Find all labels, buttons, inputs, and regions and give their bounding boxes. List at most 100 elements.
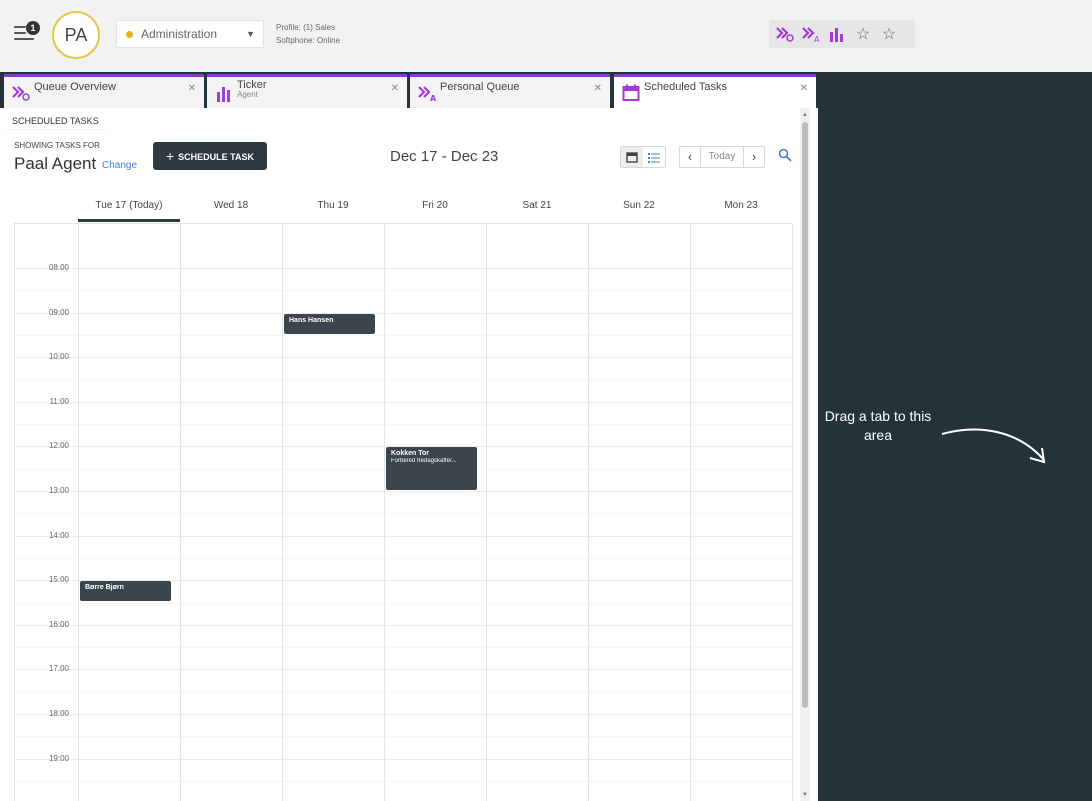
hour-label: 10:00 xyxy=(48,352,69,361)
personal-queue-icon[interactable]: A xyxy=(800,24,822,44)
drop-hint: Drag a tab to this area xyxy=(824,408,932,443)
menu-button[interactable]: 1 xyxy=(14,21,44,46)
hour-gridline xyxy=(15,714,793,715)
hour-label: 12:00 xyxy=(48,441,69,450)
date-range: Dec 17 - Dec 23 xyxy=(390,148,499,165)
half-hour-gridline xyxy=(15,558,793,559)
agent-name: Paal Agent xyxy=(14,154,97,173)
close-icon[interactable]: ✕ xyxy=(391,83,399,94)
calendar-icon xyxy=(626,151,638,163)
avatar[interactable]: PA xyxy=(52,11,100,59)
profile-line: Profile: (1) Sales xyxy=(276,23,336,32)
task-event[interactable]: Kokken Tor Forbered fredagskaffe/... xyxy=(386,447,477,490)
view-toggle xyxy=(620,146,666,168)
section-title: SCHEDULED TASKS xyxy=(6,112,105,130)
bar-chart-icon xyxy=(213,83,235,103)
scroll-up-icon[interactable]: ▲ xyxy=(800,110,810,120)
task-event[interactable]: Hans Hansen xyxy=(284,314,375,334)
tab-queue-overview[interactable]: Queue Overview ✕ xyxy=(4,74,204,108)
today-button[interactable]: Today xyxy=(700,147,744,167)
scroll-down-icon[interactable]: ▼ xyxy=(800,790,810,800)
tab-ticker[interactable]: Ticker Agent ✕ xyxy=(207,74,407,108)
half-hour-gridline xyxy=(15,380,793,381)
curved-arrow-icon xyxy=(941,428,1046,464)
half-hour-gridline xyxy=(15,603,793,604)
half-hour-gridline xyxy=(15,692,793,693)
status-dropdown[interactable]: Administration ▼ xyxy=(116,20,264,48)
menu-icon xyxy=(14,26,26,28)
task-title: Hans Hansen xyxy=(289,317,334,324)
tab-title: Queue Overview xyxy=(34,81,116,93)
next-week-button[interactable]: › xyxy=(744,147,764,167)
task-title: Kokken Tor xyxy=(391,450,429,457)
svg-text:A: A xyxy=(430,94,437,102)
day-header[interactable]: Sat 21 xyxy=(486,200,588,222)
close-icon[interactable]: ✕ xyxy=(188,83,196,94)
search-icon xyxy=(778,148,792,162)
half-hour-gridline xyxy=(15,781,793,782)
half-hour-gridline xyxy=(15,647,793,648)
tab-drop-area[interactable]: Drag a tab to this area xyxy=(818,72,1092,801)
search-button[interactable] xyxy=(778,148,794,164)
day-header[interactable]: Wed 18 xyxy=(180,200,282,222)
list-icon xyxy=(648,152,660,163)
half-hour-gridline xyxy=(15,335,793,336)
day-header[interactable]: Thu 19 xyxy=(282,200,384,222)
tab-personal-queue[interactable]: A Personal Queue ✕ xyxy=(410,74,610,108)
queue-overview-icon xyxy=(10,83,32,103)
hour-gridline xyxy=(15,268,793,269)
close-icon[interactable]: ✕ xyxy=(800,83,808,94)
queue-overview-icon[interactable] xyxy=(774,24,796,44)
hour-gridline xyxy=(15,313,793,314)
hour-label: 08:00 xyxy=(48,263,69,272)
bar-chart-icon[interactable] xyxy=(826,24,848,44)
dropdown-arrow-icon: ▼ xyxy=(246,29,255,39)
status-label: Administration xyxy=(141,27,218,41)
previous-week-button[interactable]: ‹ xyxy=(680,147,700,167)
tab-bar: Queue Overview ✕ Ticker Agent ✕ A Person… xyxy=(0,72,818,108)
calendar-view-button[interactable] xyxy=(621,147,643,167)
day-header[interactable]: Mon 23 xyxy=(690,200,792,222)
showing-tasks-label: SHOWING TASKS FOR xyxy=(14,141,100,150)
hour-gridline xyxy=(15,669,793,670)
plus-icon: + xyxy=(165,148,175,164)
quick-launch-bar: A ☆ ☆ xyxy=(769,20,915,48)
hour-label: 19:00 xyxy=(48,754,69,763)
scroll-thumb[interactable] xyxy=(802,122,808,708)
tab-scheduled-tasks[interactable]: Scheduled Tasks ✕ xyxy=(614,74,816,108)
hour-label: 17:00 xyxy=(48,664,69,673)
calendar-grid[interactable]: 08:00 09:00 10:00 11:00 12:00 13:00 14:00 15:00… xyxy=(14,223,793,801)
hour-label: 18:00 xyxy=(48,709,69,718)
star-icon[interactable]: ☆ xyxy=(852,24,874,44)
calendar-icon xyxy=(620,83,642,103)
star-icon[interactable]: ☆ xyxy=(878,24,900,44)
tab-subtitle: Agent xyxy=(237,90,258,99)
hour-gridline xyxy=(15,357,793,358)
day-header[interactable]: Fri 20 xyxy=(384,200,486,222)
task-event[interactable]: Børre Bjørn xyxy=(80,581,171,601)
day-header[interactable]: Sun 22 xyxy=(588,200,690,222)
week-navigation: ‹ Today › xyxy=(679,146,765,168)
personal-queue-icon: A xyxy=(416,83,438,103)
change-agent-link[interactable]: Change xyxy=(102,160,137,171)
list-view-button[interactable] xyxy=(643,147,665,167)
hour-gridline xyxy=(15,625,793,626)
half-hour-gridline xyxy=(15,736,793,737)
task-title: Børre Bjørn xyxy=(85,584,124,591)
vertical-scrollbar[interactable]: ▲ ▼ xyxy=(800,108,810,801)
chevron-left-icon: ‹ xyxy=(687,149,693,164)
close-icon[interactable]: ✕ xyxy=(594,83,602,94)
day-header[interactable]: Tue 17 (Today) xyxy=(78,200,180,222)
top-bar: 1 PA Administration ▼ Profile: (1) Sales… xyxy=(0,0,1092,72)
hour-label: 16:00 xyxy=(48,620,69,629)
hour-label: 14:00 xyxy=(48,531,69,540)
half-hour-gridline xyxy=(15,424,793,425)
half-hour-gridline xyxy=(15,513,793,514)
hour-label: 13:00 xyxy=(48,486,69,495)
task-description: Forbered fredagskaffe/... xyxy=(391,458,457,464)
hour-label: 15:00 xyxy=(48,575,69,584)
profile-info: Profile: (1) Sales Softphone: Online xyxy=(276,21,340,47)
schedule-task-button[interactable]: + SCHEDULE TASK xyxy=(153,142,267,170)
svg-text:A: A xyxy=(814,35,820,43)
scheduled-tasks-panel: SCHEDULED TASKS SHOWING TASKS FOR Paal A… xyxy=(0,108,818,801)
